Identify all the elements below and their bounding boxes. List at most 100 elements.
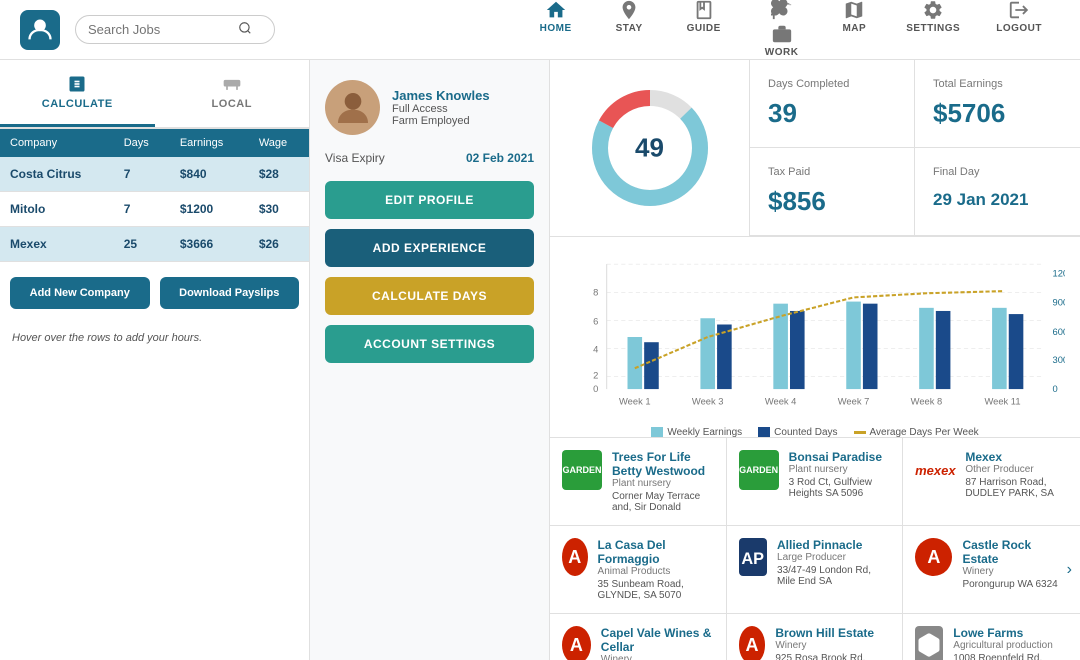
company-card[interactable]: A Capel Vale Wines & Cellar Winery 118 M… bbox=[550, 614, 727, 660]
nav-home[interactable]: HOME bbox=[518, 0, 594, 69]
company-type: Plant nursery bbox=[789, 464, 891, 475]
company-name: Capel Vale Wines & Cellar bbox=[601, 626, 714, 654]
companies-grid: GARDEN Trees For Life Betty Westwood Pla… bbox=[550, 437, 1080, 660]
profile-section: James Knowles Full Access Farm Employed bbox=[325, 80, 534, 135]
final-day-box: Final Day 29 Jan 2021 bbox=[915, 148, 1080, 236]
company-address: Corner May Terrace and, Sir Donald bbox=[612, 491, 714, 513]
edit-profile-button[interactable]: EDIT PROFILE bbox=[325, 181, 534, 219]
company-card[interactable]: GARDEN Trees For Life Betty Westwood Pla… bbox=[550, 438, 727, 526]
company-address: 1008 Roennfeld Rd, Pinkerton Plains bbox=[953, 653, 1068, 660]
tax-paid-box: Tax Paid $856 bbox=[750, 148, 915, 236]
legend-days: Counted Days bbox=[758, 427, 837, 438]
svg-text:8: 8 bbox=[593, 287, 598, 297]
company-details: Lowe Farms Agricultural production 1008 … bbox=[953, 626, 1068, 660]
nav-guide[interactable]: GUIDE bbox=[665, 0, 743, 69]
company-details: Capel Vale Wines & Cellar Winery 118 Mal… bbox=[601, 626, 714, 660]
svg-text:1200: 1200 bbox=[1053, 269, 1066, 279]
right-panel: 49 Days Completed 39 Total Earnings $570… bbox=[550, 60, 1080, 660]
profile-employed: Farm Employed bbox=[392, 115, 490, 127]
company-address: 35 Sunbeam Road, GLYNDE, SA 5070 bbox=[598, 579, 714, 601]
arrow-button[interactable]: › bbox=[1067, 561, 1072, 579]
nav-stay[interactable]: STAY bbox=[594, 0, 665, 69]
company-card[interactable]: Lowe Farms Agricultural production 1008 … bbox=[903, 614, 1080, 660]
company-logo: A bbox=[562, 538, 588, 576]
table-buttons: Add New Company Download Payslips bbox=[0, 262, 309, 324]
stats-row: 49 Days Completed 39 Total Earnings $570… bbox=[550, 60, 1080, 237]
company-card[interactable]: A Brown Hill Estate Winery 925 Rosa Broo… bbox=[727, 614, 904, 660]
add-company-button[interactable]: Add New Company bbox=[10, 277, 150, 309]
tab-calculate[interactable]: CALCULATE bbox=[0, 60, 155, 127]
stats-grid: Days Completed 39 Total Earnings $5706 T… bbox=[750, 60, 1080, 236]
company-address: 925 Rosa Brook Rd, Rosa Brook WA bbox=[775, 653, 890, 660]
company-name: La Casa Del Formaggio bbox=[598, 538, 714, 566]
table-row[interactable]: Costa Citrus7$840$28 bbox=[0, 157, 309, 192]
company-details: Mexex Other Producer 87 Harrison Road, D… bbox=[965, 450, 1068, 499]
search-button[interactable] bbox=[238, 21, 252, 38]
svg-text:900: 900 bbox=[1053, 298, 1066, 308]
search-bar[interactable] bbox=[75, 15, 275, 44]
visa-label: Visa Expiry bbox=[325, 151, 385, 165]
company-type: Large Producer bbox=[777, 552, 890, 563]
download-payslips-button[interactable]: Download Payslips bbox=[160, 277, 300, 309]
svg-text:Week 3: Week 3 bbox=[692, 397, 724, 407]
tax-paid-label: Tax Paid bbox=[768, 166, 896, 178]
donut-chart: 49 bbox=[585, 83, 715, 213]
calculate-days-button[interactable]: CALCULATE DAYS bbox=[325, 277, 534, 315]
company-address: 87 Harrison Road, DUDLEY PARK, SA bbox=[965, 477, 1068, 499]
svg-text:6: 6 bbox=[593, 317, 598, 327]
company-card[interactable]: GARDEN Bonsai Paradise Plant nursery 3 R… bbox=[727, 438, 904, 526]
total-earnings-value: $5706 bbox=[933, 98, 1062, 129]
visa-date: 02 Feb 2021 bbox=[466, 151, 534, 165]
add-experience-button[interactable]: ADD EXPERIENCE bbox=[325, 229, 534, 267]
tax-paid-value: $856 bbox=[768, 186, 896, 217]
company-type: Winery bbox=[962, 566, 1068, 577]
company-logo bbox=[915, 626, 943, 660]
company-address: Porongurup WA 6324 bbox=[962, 579, 1068, 590]
company-card[interactable]: AP Allied Pinnacle Large Producer 33/47-… bbox=[727, 526, 904, 614]
final-day-value: 29 Jan 2021 bbox=[933, 186, 1062, 210]
total-earnings-label: Total Earnings bbox=[933, 78, 1062, 90]
col-days: Days bbox=[114, 129, 170, 157]
svg-text:0: 0 bbox=[1053, 384, 1058, 394]
col-earnings: Earnings bbox=[170, 129, 249, 157]
days-completed-box: Days Completed 39 bbox=[750, 60, 915, 148]
donut-value: 49 bbox=[635, 133, 664, 164]
tab-local[interactable]: LOCAL bbox=[155, 60, 310, 127]
search-input[interactable] bbox=[88, 22, 238, 37]
company-logo: A bbox=[739, 626, 766, 660]
company-logo: A bbox=[562, 626, 591, 660]
company-name: Castle Rock Estate bbox=[962, 538, 1068, 566]
svg-text:Week 8: Week 8 bbox=[911, 397, 943, 407]
bar-chart: 0 2 4 6 8 0 300 600 900 1200 bbox=[565, 252, 1065, 422]
nav-map[interactable]: MAP bbox=[820, 0, 888, 69]
company-logo: GARDEN bbox=[562, 450, 602, 490]
donut-container: 49 bbox=[550, 60, 750, 236]
company-card[interactable]: mexex Mexex Other Producer 87 Harrison R… bbox=[903, 438, 1080, 526]
company-address: 33/47-49 London Rd, Mile End SA bbox=[777, 565, 890, 587]
days-completed-value: 39 bbox=[768, 98, 896, 129]
svg-text:Week 11: Week 11 bbox=[984, 397, 1020, 407]
company-type: Winery bbox=[601, 654, 714, 660]
company-type: Other Producer bbox=[965, 464, 1068, 475]
company-card[interactable]: A La Casa Del Formaggio Animal Products … bbox=[550, 526, 727, 614]
profile-name: James Knowles bbox=[392, 88, 490, 103]
company-logo: AP bbox=[739, 538, 767, 576]
company-type: Plant nursery bbox=[612, 478, 714, 489]
nav-settings[interactable]: SETTINGS bbox=[888, 0, 978, 69]
nav-work[interactable]: WORK bbox=[743, 0, 821, 69]
company-type: Animal Products bbox=[598, 566, 714, 577]
company-name: Allied Pinnacle bbox=[777, 538, 890, 552]
app-logo bbox=[20, 10, 60, 50]
company-card[interactable]: A Castle Rock Estate Winery Porongurup W… bbox=[903, 526, 1080, 614]
nav-logout[interactable]: LOGOUT bbox=[978, 0, 1060, 69]
svg-text:2: 2 bbox=[593, 371, 598, 381]
table-row[interactable]: Mitolo7$1200$30 bbox=[0, 192, 309, 227]
table-row[interactable]: Mexex25$3666$26 bbox=[0, 227, 309, 262]
svg-text:600: 600 bbox=[1053, 327, 1066, 337]
account-settings-button[interactable]: ACCOUNT SETTINGS bbox=[325, 325, 534, 363]
chart-legend: Weekly Earnings Counted Days Average Day… bbox=[565, 427, 1065, 438]
company-name: Bonsai Paradise bbox=[789, 450, 891, 464]
svg-text:Week 1: Week 1 bbox=[619, 397, 651, 407]
nav-items: HOME STAY GUIDE WORK MAP SETTINGS LOGOUT bbox=[518, 0, 1060, 69]
company-details: Castle Rock Estate Winery Porongurup WA … bbox=[962, 538, 1068, 590]
